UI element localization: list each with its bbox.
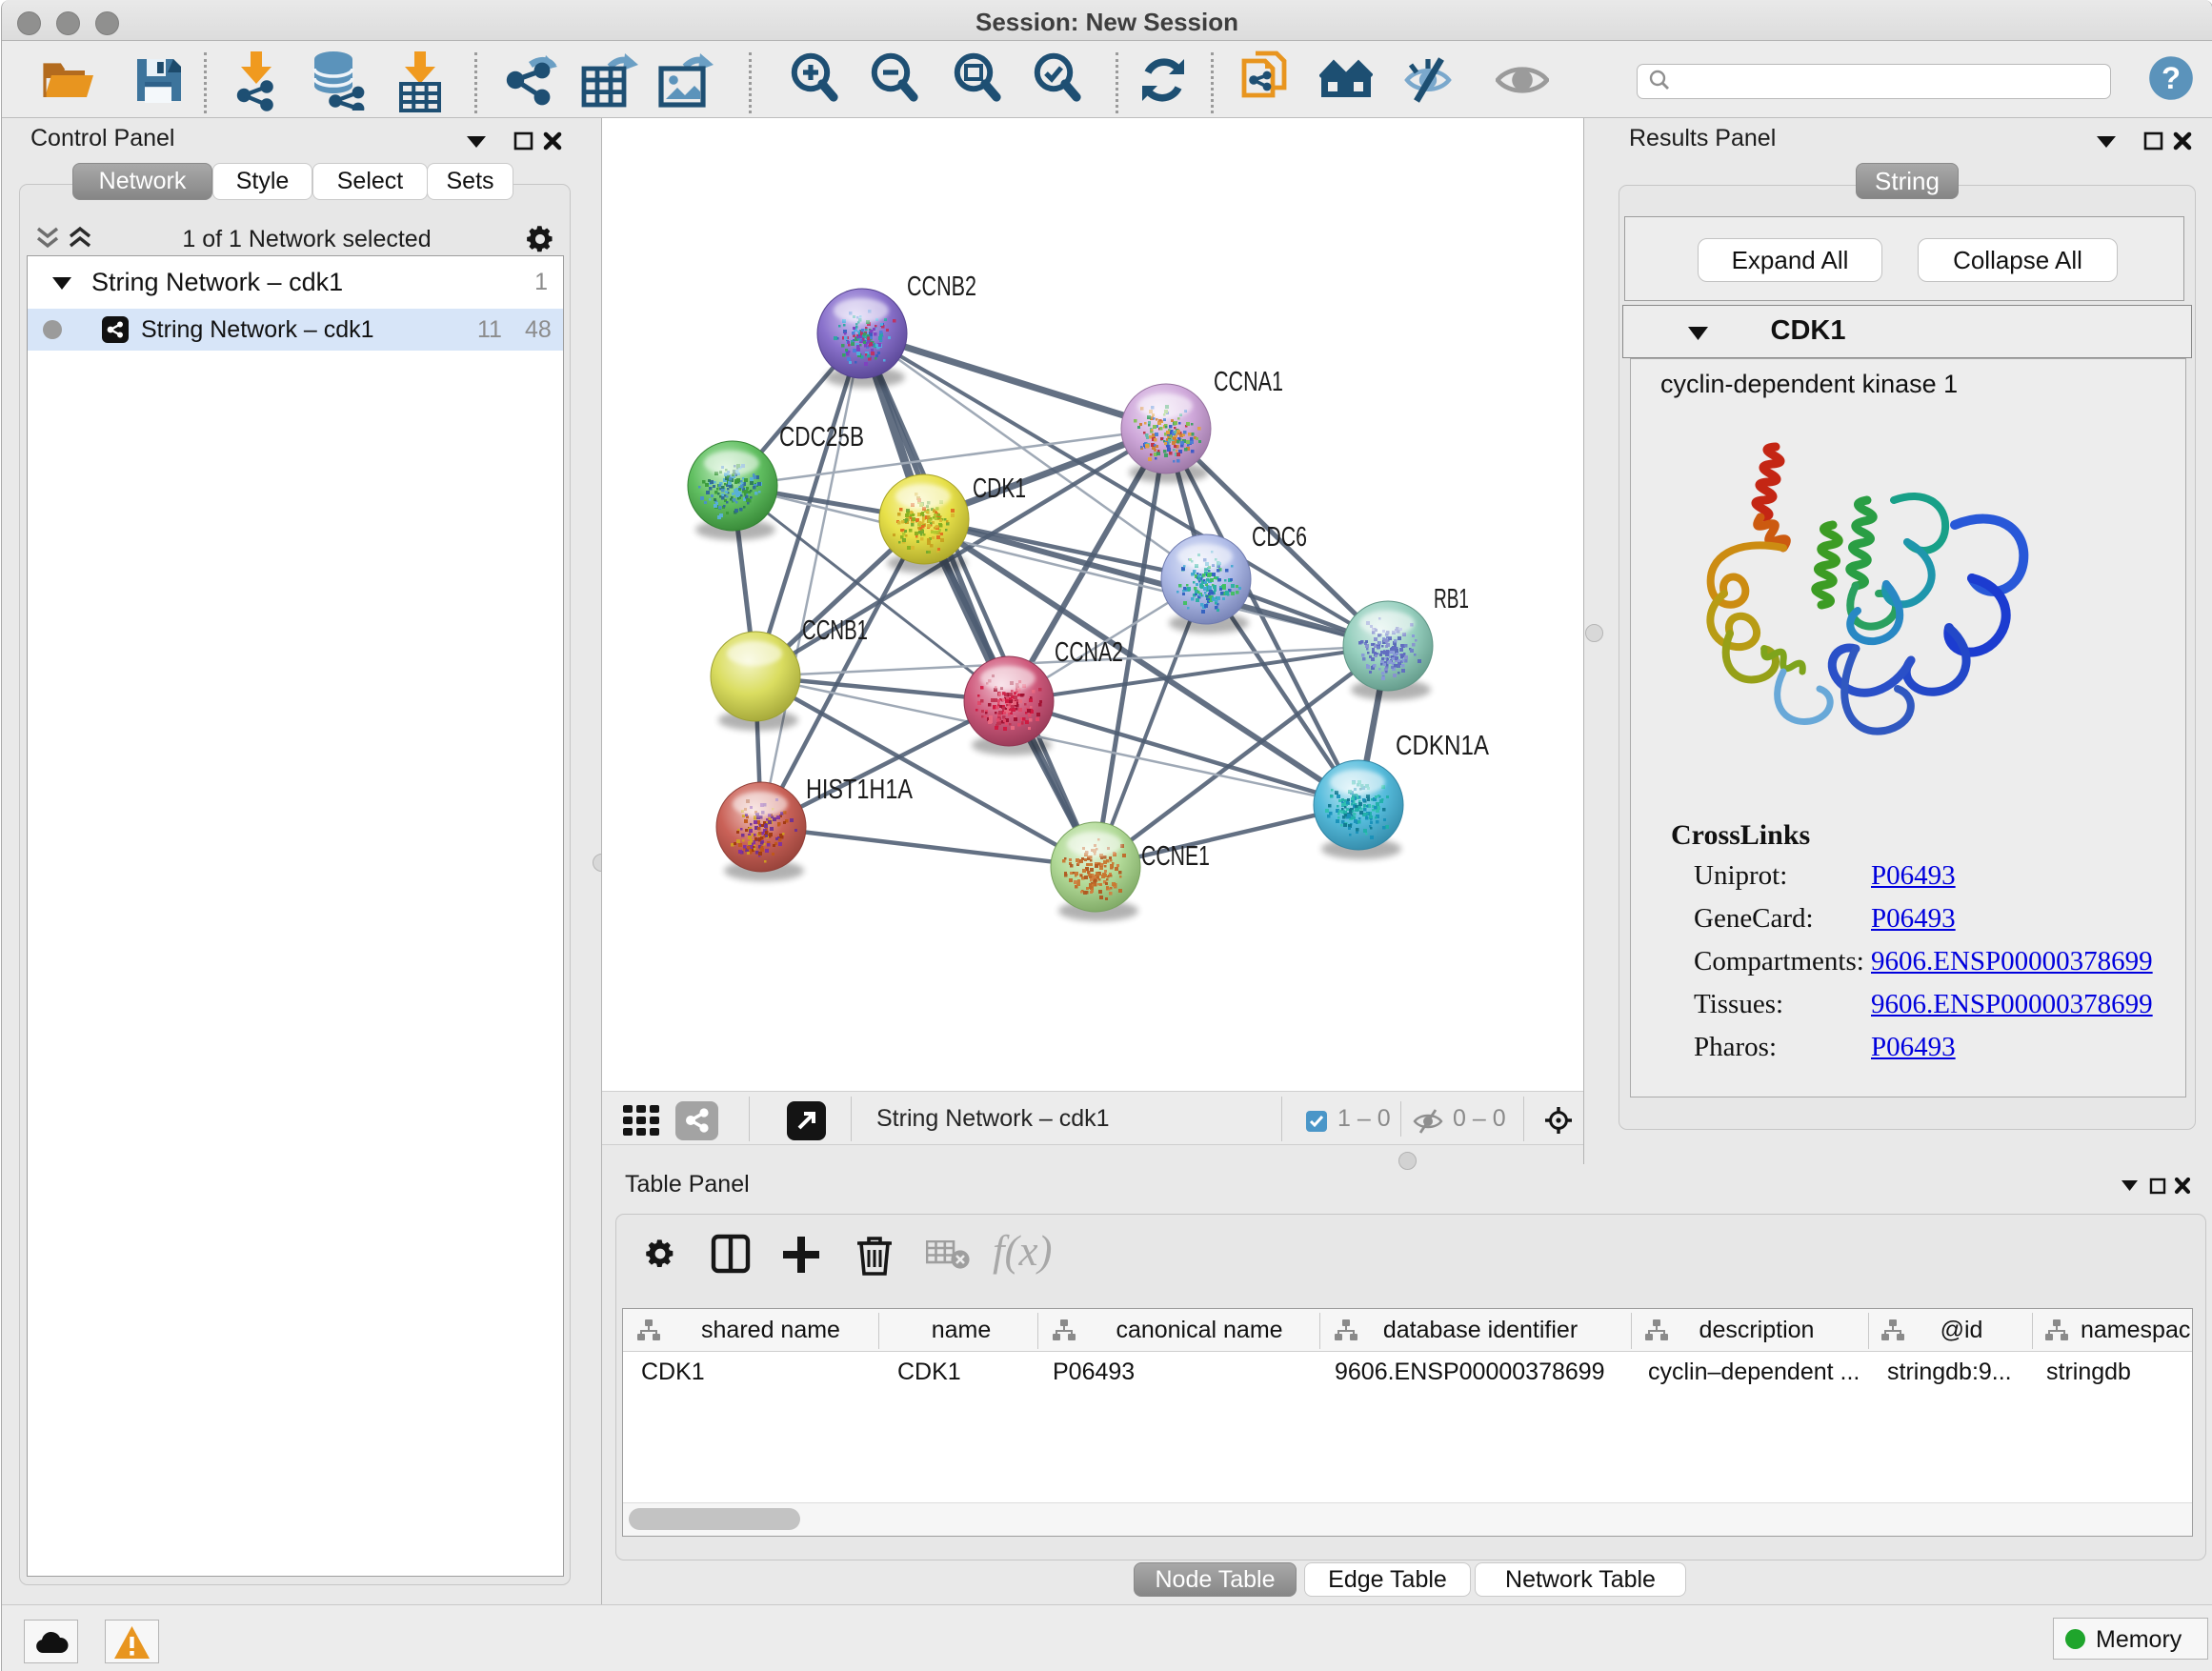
svg-text:CDC6: CDC6 (1252, 522, 1307, 553)
svg-text:?: ? (2162, 60, 2181, 95)
svg-text:RB1: RB1 (1434, 584, 1469, 614)
svg-text:CCNA2: CCNA2 (1055, 637, 1123, 668)
svg-text:CDKN1A: CDKN1A (1396, 731, 1490, 761)
svg-text:CDC25B: CDC25B (779, 422, 864, 453)
svg-text:HIST1H1A: HIST1H1A (806, 775, 914, 805)
svg-text:CCNB2: CCNB2 (907, 272, 976, 302)
svg-text:CCNA1: CCNA1 (1214, 367, 1283, 397)
svg-text:CCNB1: CCNB1 (802, 615, 868, 646)
svg-text:CCNE1: CCNE1 (1141, 841, 1210, 872)
svg-text:CDK1: CDK1 (973, 473, 1026, 504)
